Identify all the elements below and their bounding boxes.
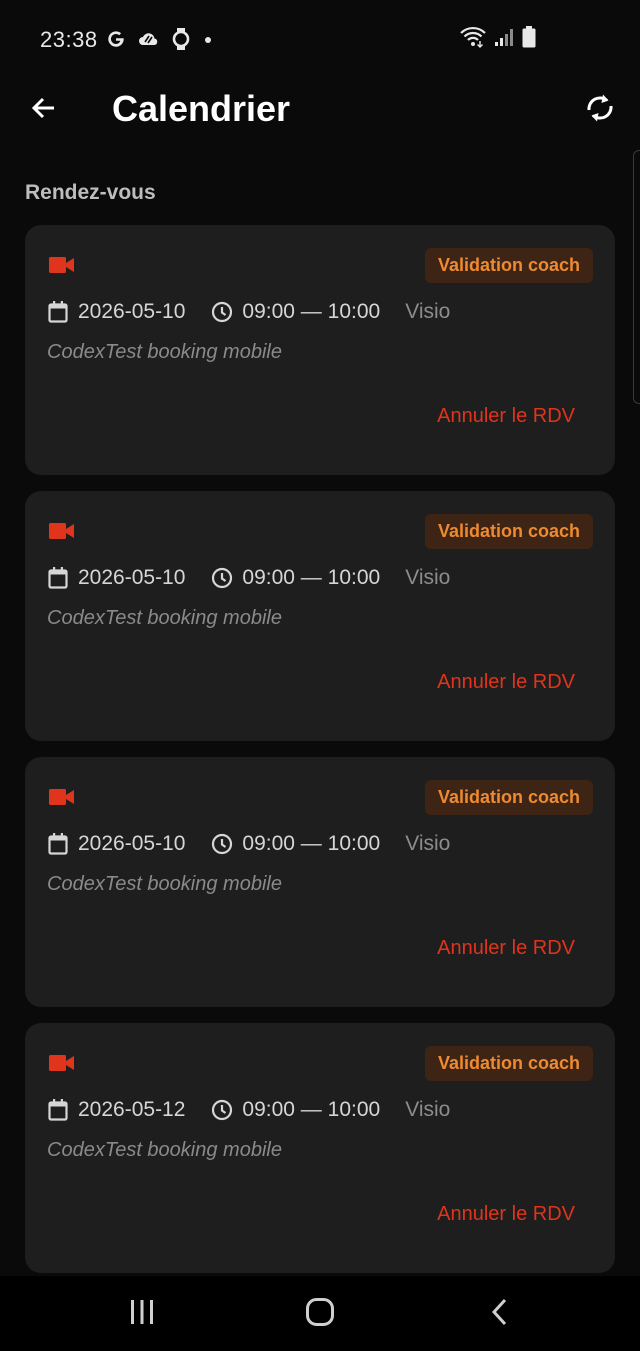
status-time: 23:38 [40, 27, 98, 52]
appointment-time: 09:00 — 10:00 [242, 300, 381, 323]
video-camera-icon [49, 521, 75, 546]
appointment-date: 2026-05-10 [78, 832, 186, 855]
appointment-card[interactable]: Validation coach 2026-05-10 09:00 — 10:0… [25, 225, 615, 475]
system-nav-bar [0, 1276, 640, 1351]
appointment-mode: Visio [405, 566, 451, 589]
app-bar: Calendrier [0, 80, 640, 144]
video-camera-icon [49, 787, 75, 812]
appointment-description: CodexTest booking mobile [47, 341, 282, 363]
appointment-card[interactable]: Validation coach 2026-05-12 09:00 — 10:0… [25, 1023, 615, 1273]
watch-icon [172, 27, 190, 56]
video-camera-icon [49, 255, 75, 280]
appointment-card[interactable]: Validation coach 2026-05-10 09:00 — 10:0… [25, 757, 615, 1007]
cancel-appointment-button[interactable]: Annuler le RDV [437, 937, 575, 960]
cancel-appointment-button[interactable]: Annuler le RDV [437, 1203, 575, 1226]
appointment-info-row: 2026-05-10 09:00 — 10:00 Visio [47, 832, 450, 856]
scroll-indicator[interactable] [633, 150, 640, 404]
status-bar: 23:38 [0, 0, 640, 80]
appointment-date: 2026-05-12 [78, 1098, 186, 1121]
back-button[interactable] [24, 90, 64, 130]
back-icon [490, 1298, 510, 1331]
page-title: Calendrier [112, 88, 291, 129]
recent-apps-icon [128, 1299, 156, 1330]
clock-icon [211, 301, 233, 323]
status-badge: Validation coach [424, 780, 593, 815]
battery-icon [522, 26, 536, 53]
appointment-time: 09:00 — 10:00 [242, 566, 381, 589]
appointment-list: Validation coach 2026-05-10 09:00 — 10:0… [25, 225, 615, 1289]
section-title: Rendez-vous [25, 181, 156, 204]
cloud-icon [138, 30, 160, 53]
appointment-info-row: 2026-05-10 09:00 — 10:00 Visio [47, 566, 450, 590]
clock-icon [211, 833, 233, 855]
signal-icon [494, 27, 514, 52]
dot-icon [202, 33, 214, 51]
calendar-icon [47, 567, 69, 589]
status-system-icons [460, 26, 536, 53]
appointment-time: 09:00 — 10:00 [242, 1098, 381, 1121]
calendar-icon [47, 1099, 69, 1121]
arrow-left-icon [30, 94, 58, 127]
appointment-description: CodexTest booking mobile [47, 1139, 282, 1161]
home-icon [305, 1297, 335, 1332]
appointment-info-row: 2026-05-12 09:00 — 10:00 Visio [47, 1098, 450, 1122]
calendar-icon [47, 301, 69, 323]
clock-icon [211, 567, 233, 589]
status-badge: Validation coach [424, 514, 593, 549]
video-camera-icon [49, 1053, 75, 1078]
recent-apps-button[interactable] [124, 1296, 160, 1332]
appointment-description: CodexTest booking mobile [47, 873, 282, 895]
appointment-time: 09:00 — 10:00 [242, 832, 381, 855]
wifi-icon [460, 26, 486, 53]
status-badge: Validation coach [424, 1046, 593, 1081]
appointment-card[interactable]: Validation coach 2026-05-10 09:00 — 10:0… [25, 491, 615, 741]
appointment-mode: Visio [405, 832, 451, 855]
clock-icon [211, 1099, 233, 1121]
appointment-mode: Visio [405, 1098, 451, 1121]
status-notification-icons [106, 27, 214, 56]
appointment-mode: Visio [405, 300, 451, 323]
appointment-description: CodexTest booking mobile [47, 607, 282, 629]
home-button[interactable] [300, 1296, 340, 1332]
cancel-appointment-button[interactable]: Annuler le RDV [437, 671, 575, 694]
appointment-date: 2026-05-10 [78, 300, 186, 323]
refresh-icon [585, 91, 615, 130]
system-back-button[interactable] [484, 1296, 516, 1332]
cancel-appointment-button[interactable]: Annuler le RDV [437, 405, 575, 428]
refresh-button[interactable] [580, 90, 620, 130]
appointment-info-row: 2026-05-10 09:00 — 10:00 Visio [47, 300, 450, 324]
appointment-date: 2026-05-10 [78, 566, 186, 589]
google-icon [106, 29, 126, 54]
calendar-icon [47, 833, 69, 855]
status-badge: Validation coach [424, 248, 593, 283]
